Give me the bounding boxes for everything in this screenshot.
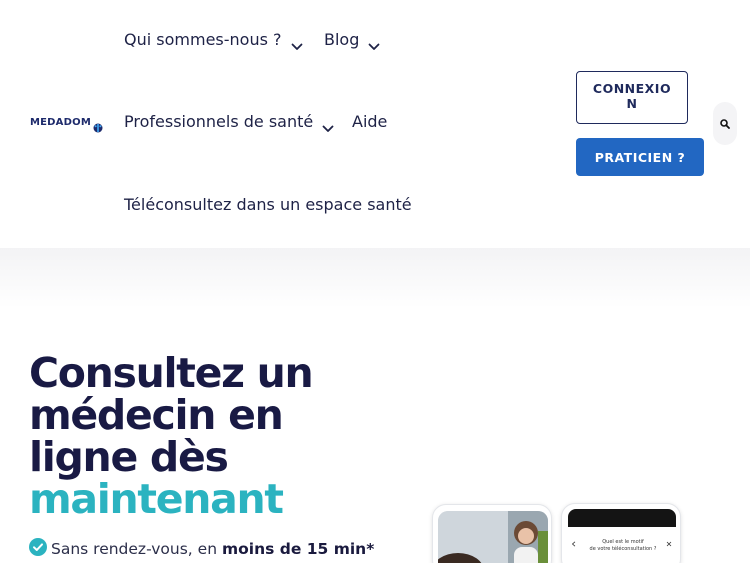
nav-pros-label: Professionnels de santé [124, 112, 314, 131]
nav-qui-label: Qui sommes-nous ? [124, 30, 282, 49]
motif-question-line: Quel est le motif [602, 539, 644, 545]
nav-blog[interactable]: Blog [324, 30, 380, 50]
phone-mockup-form: Quel est le motif de votre téléconsultat… [561, 503, 681, 563]
close-icon [666, 532, 672, 551]
motif-question-line: de votre téléconsultation ? [589, 546, 657, 552]
header-shadow [0, 248, 750, 308]
medadom-logo[interactable]: MEDADOM [30, 117, 103, 132]
nav-professionnels[interactable]: Professionnels de santé [124, 112, 334, 132]
benefit-item: Sans rendez-vous, en moins de 15 min* [29, 538, 374, 560]
back-arrow-icon [571, 532, 577, 551]
doctor-portrait-image [438, 511, 548, 563]
hero-title: Consultez un médecin en ligne dès mainte… [29, 352, 369, 520]
chevron-down-icon [368, 36, 380, 50]
connexion-button[interactable]: CONNEXION [576, 71, 688, 124]
nav-qui-sommes-nous[interactable]: Qui sommes-nous ? [124, 30, 303, 50]
logo-mark-icon [93, 118, 103, 132]
consultation-form-screen: Quel est le motif de votre téléconsultat… [568, 527, 676, 563]
phone-mockup-video [432, 504, 552, 563]
praticien-button[interactable]: PRATICIEN ? [576, 138, 704, 176]
hero-title-line: ligne dès [29, 433, 229, 481]
phone-notch [568, 509, 676, 529]
nav-espace-sante[interactable]: Téléconsultez dans un espace santé [124, 195, 412, 214]
hero-title-accent: maintenant [29, 475, 284, 523]
nav-blog-label: Blog [324, 30, 360, 49]
hero-title-line: médecin en [29, 391, 284, 439]
nav-espace-label: Téléconsultez dans un espace santé [124, 195, 412, 214]
check-circle-icon [29, 538, 47, 560]
benefit-bold: moins de 15 min* [221, 540, 375, 558]
motif-question: Quel est le motif de votre téléconsultat… [588, 539, 658, 553]
chevron-down-icon [322, 118, 334, 132]
site-header: MEDADOM Qui sommes-nous ? Blog Professio… [0, 0, 750, 248]
benefit-text: Sans rendez-vous, en moins de 15 min* [51, 540, 374, 558]
benefit-prefix: Sans rendez-vous, en [51, 540, 222, 558]
search-icon [720, 114, 730, 133]
nav-aide[interactable]: Aide [352, 112, 387, 131]
video-call-screen [438, 511, 548, 563]
hero-title-line: Consultez un [29, 349, 314, 397]
logo-text: MEDADOM [30, 117, 91, 128]
nav-aide-label: Aide [352, 112, 388, 131]
chevron-down-icon [291, 36, 303, 50]
search-button[interactable] [713, 102, 737, 145]
